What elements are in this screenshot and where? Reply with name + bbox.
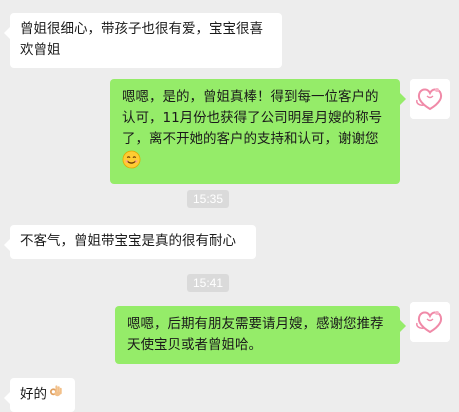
message-text: 不客气，曾姐带宝宝是真的很有耐心 <box>20 233 236 249</box>
outgoing-message-bubble[interactable]: 嗯嗯，后期有朋友需要请月嫂，感谢您推荐天使宝贝或者曾姐哈。 <box>115 306 406 364</box>
timestamp-divider: 15:41 <box>187 274 230 292</box>
ok-hand-icon <box>47 383 63 406</box>
outgoing-message-bubble[interactable]: 嗯嗯，是的，曾姐真棒！得到每一位客户的认可，11月份也获得了公司明星月嫂的称号了… <box>110 79 406 184</box>
incoming-message-bubble[interactable]: 曾姐很细心，带孩子也很有爱，宝宝很喜欢曾姐 <box>4 13 282 68</box>
pink-heart-logo-icon <box>410 302 450 342</box>
user-avatar[interactable] <box>410 302 450 342</box>
user-avatar[interactable] <box>410 79 450 119</box>
message-text: 嗯嗯，后期有朋友需要请月嫂，感谢您推荐天使宝贝或者曾姐哈。 <box>127 316 384 353</box>
pink-heart-logo-icon <box>410 79 450 119</box>
chat-conversation: 曾姐很细心，带孩子也很有爱，宝宝很喜欢曾姐 嗯嗯，是的，曾姐真棒！得到每一位客户… <box>0 0 459 412</box>
incoming-message-bubble[interactable]: 好的 <box>4 378 75 412</box>
message-text: 嗯嗯，是的，曾姐真棒！得到每一位客户的认可，11月份也获得了公司明星月嫂的称号了… <box>122 89 383 147</box>
incoming-message-bubble[interactable]: 不客气，曾姐带宝宝是真的很有耐心 <box>4 225 256 259</box>
timestamp-divider: 15:35 <box>187 190 230 208</box>
smiling-face-icon <box>122 150 141 176</box>
message-text: 好的 <box>20 386 47 403</box>
message-text: 曾姐很细心，带孩子也很有爱，宝宝很喜欢曾姐 <box>20 21 263 58</box>
